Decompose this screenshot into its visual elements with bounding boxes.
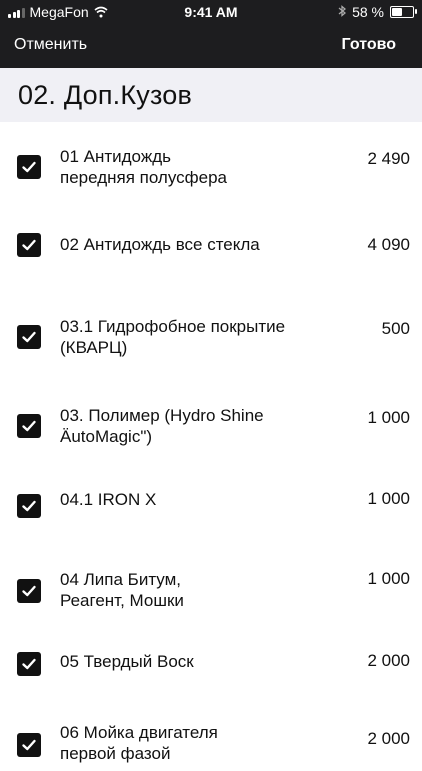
checkmark-icon <box>22 658 36 670</box>
checkbox[interactable] <box>17 652 41 676</box>
list-item[interactable]: 05 Твердый Воск 2 000 <box>0 615 422 693</box>
item-label-line1: 04.1 IRON X <box>60 490 157 509</box>
item-label-line1: 05 Твердый Воск <box>60 652 194 671</box>
item-price: 1 000 <box>367 408 410 427</box>
item-label-line1: 01 Антидождь <box>60 147 171 166</box>
item-label-line1: 06 Мойка двигателя <box>60 723 218 742</box>
checkmark-icon <box>22 239 36 251</box>
item-price: 2 000 <box>367 651 410 670</box>
list-item[interactable]: 01 Антидождь передняя полусфера 2 490 <box>0 122 422 202</box>
item-label: 05 Твердый Воск <box>60 651 320 672</box>
item-label-line2: Реагент, Мошки <box>60 591 184 610</box>
bluetooth-icon <box>338 4 347 20</box>
checkmark-icon <box>22 739 36 751</box>
checkmark-icon <box>22 161 36 173</box>
item-label: 03. Полимер (Hydro Shine ÄutoMagic") <box>60 405 320 447</box>
top-bar: MegaFon 9:41 AM 58 % Отменить Готово <box>0 0 422 68</box>
checkmark-icon <box>22 500 36 512</box>
item-label: 01 Антидождь передняя полусфера <box>60 146 320 188</box>
section-title: 02. Доп.Кузов <box>18 79 193 110</box>
item-label-line1: 04 Липа Битум, <box>60 570 182 589</box>
list-item[interactable]: 03.1 Гидрофобное покрытие (КВАРЦ) 500 <box>0 281 422 370</box>
item-price: 2 000 <box>367 729 410 748</box>
item-price: 4 090 <box>367 235 410 254</box>
item-label-line2: первой фазой <box>60 744 171 763</box>
checkbox[interactable] <box>17 733 41 757</box>
battery-icon <box>390 6 417 18</box>
cancel-button[interactable]: Отменить <box>14 36 87 54</box>
checkbox[interactable] <box>17 494 41 518</box>
item-price: 500 <box>381 319 410 338</box>
checkmark-icon <box>22 585 36 597</box>
item-price: 1 000 <box>367 489 410 508</box>
item-label-line1: 03. Полимер (Hydro Shine <box>60 406 264 425</box>
battery-percent: 58 % <box>352 4 384 20</box>
item-label-line1: 03.1 Гидрофобное покрытие <box>60 317 286 336</box>
item-label: 04.1 IRON X <box>60 489 320 510</box>
checkbox[interactable] <box>17 233 41 257</box>
section-header: 02. Доп.Кузов <box>0 68 422 122</box>
navigation-bar: Отменить Готово <box>0 28 422 60</box>
status-right: 58 % <box>338 4 417 20</box>
checkbox[interactable] <box>17 579 41 603</box>
list-item[interactable]: 02 Антидождь все стекла 4 090 <box>0 202 422 281</box>
item-label: 02 Антидождь все стекла <box>60 234 320 255</box>
item-label: 04 Липа Битум, Реагент, Мошки <box>60 569 320 611</box>
item-price: 1 000 <box>367 569 410 588</box>
list-item[interactable]: 06 Мойка двигателя первой фазой 2 000 <box>0 693 422 771</box>
list-item[interactable]: 03. Полимер (Hydro Shine ÄutoMagic") 1 000 <box>0 370 422 459</box>
item-label-line2: ÄutoMagic") <box>60 427 153 446</box>
item-label: 03.1 Гидрофобное покрытие (КВАРЦ) <box>60 316 320 358</box>
list-item[interactable]: 04.1 IRON X 1 000 <box>0 459 422 537</box>
checkbox[interactable] <box>17 155 41 179</box>
item-label: 06 Мойка двигателя первой фазой <box>60 722 320 764</box>
item-label-line2: передняя полусфера <box>60 168 228 187</box>
done-button[interactable]: Готово <box>342 36 396 54</box>
checkbox[interactable] <box>17 414 41 438</box>
service-list: 01 Антидождь передняя полусфера 2 490 02 Ан… <box>0 122 422 771</box>
item-label-line2: (КВАРЦ) <box>60 338 128 357</box>
checkmark-icon <box>22 420 36 432</box>
checkmark-icon <box>22 331 36 343</box>
status-bar: MegaFon 9:41 AM 58 % <box>0 0 422 24</box>
item-label-line1: 02 Антидождь все стекла <box>60 235 260 254</box>
battery-level <box>392 8 402 16</box>
list-item[interactable]: 04 Липа Битум, Реагент, Мошки 1 000 <box>0 537 422 615</box>
item-price: 2 490 <box>367 149 410 168</box>
checkbox[interactable] <box>17 325 41 349</box>
